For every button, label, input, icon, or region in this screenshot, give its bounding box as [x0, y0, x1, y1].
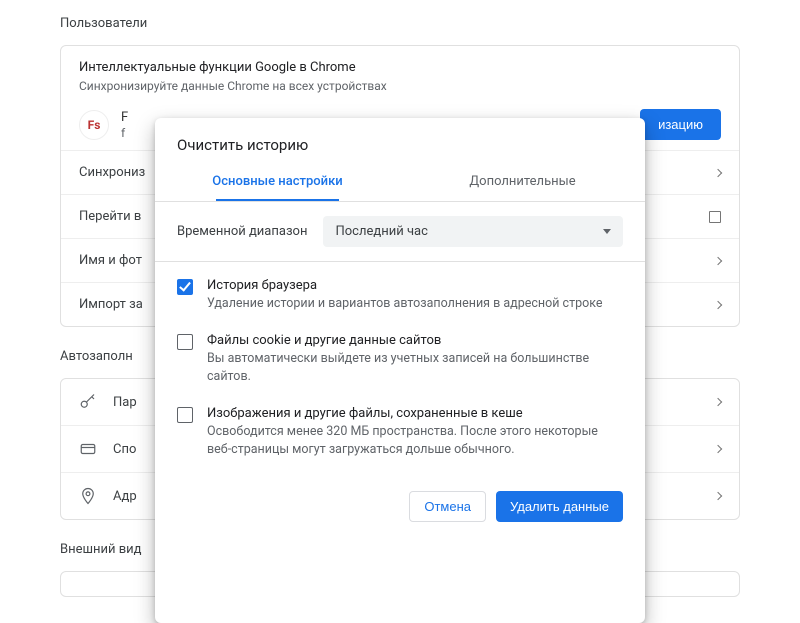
intro-subtitle: Синхронизируйте данные Chrome на всех ус…: [79, 79, 721, 93]
clear-data-button[interactable]: Удалить данные: [496, 491, 623, 522]
checkbox-cache[interactable]: [177, 407, 193, 423]
pin-icon: [79, 487, 113, 505]
chevron-right-icon: [714, 256, 722, 264]
key-icon: [79, 393, 113, 411]
opt-cache-title: Изображения и другие файлы, сохраненные …: [207, 406, 623, 421]
section-title-users: Пользователи: [60, 16, 740, 31]
opt-cookies-title: Файлы cookie и другие данные сайтов: [207, 333, 623, 348]
dialog-tabs: Основные настройки Дополнительные: [155, 164, 645, 202]
option-cache: Изображения и другие файлы, сохраненные …: [177, 406, 623, 459]
time-range-value: Последний час: [335, 224, 427, 239]
intro-block: Интеллектуальные функции Google в Chrome…: [61, 46, 739, 103]
option-browsing-history: История браузера Удаление истории и вари…: [177, 278, 623, 313]
opt-history-title: История браузера: [207, 278, 603, 293]
checkbox-cookies[interactable]: [177, 334, 193, 350]
chevron-right-icon: [714, 300, 722, 308]
dialog-actions: Отмена Удалить данные: [155, 491, 645, 544]
tab-advanced[interactable]: Дополнительные: [400, 164, 645, 201]
external-link-icon: [709, 211, 721, 223]
option-cookies: Файлы cookie и другие данные сайтов Вы а…: [177, 333, 623, 386]
dialog-title: Очистить историю: [155, 118, 645, 164]
enable-sync-button[interactable]: изацию: [640, 109, 721, 140]
opt-cookies-desc: Вы автоматически выйдете из учетных запи…: [207, 350, 623, 386]
chevron-right-icon: [714, 445, 722, 453]
opt-cache-desc: Освободится менее 320 МБ пространства. П…: [207, 423, 623, 459]
chevron-right-icon: [714, 492, 722, 500]
options-list: История браузера Удаление истории и вари…: [155, 262, 645, 483]
avatar: Fs: [79, 110, 109, 140]
time-range-select[interactable]: Последний час: [323, 216, 623, 247]
checkbox-browsing-history[interactable]: [177, 279, 193, 295]
chevron-right-icon: [714, 398, 722, 406]
opt-history-desc: Удаление истории и вариантов автозаполне…: [207, 295, 603, 313]
time-range-label: Временной диапазон: [177, 224, 307, 239]
intro-title: Интеллектуальные функции Google в Chrome: [79, 60, 721, 75]
chevron-right-icon: [714, 168, 722, 176]
clear-data-dialog: Очистить историю Основные настройки Допо…: [155, 118, 645, 623]
card-icon: [79, 440, 113, 458]
time-range-row: Временной диапазон Последний час: [155, 202, 645, 262]
tab-basic[interactable]: Основные настройки: [155, 164, 400, 201]
chevron-down-icon: [603, 229, 611, 234]
cancel-button[interactable]: Отмена: [409, 491, 486, 522]
